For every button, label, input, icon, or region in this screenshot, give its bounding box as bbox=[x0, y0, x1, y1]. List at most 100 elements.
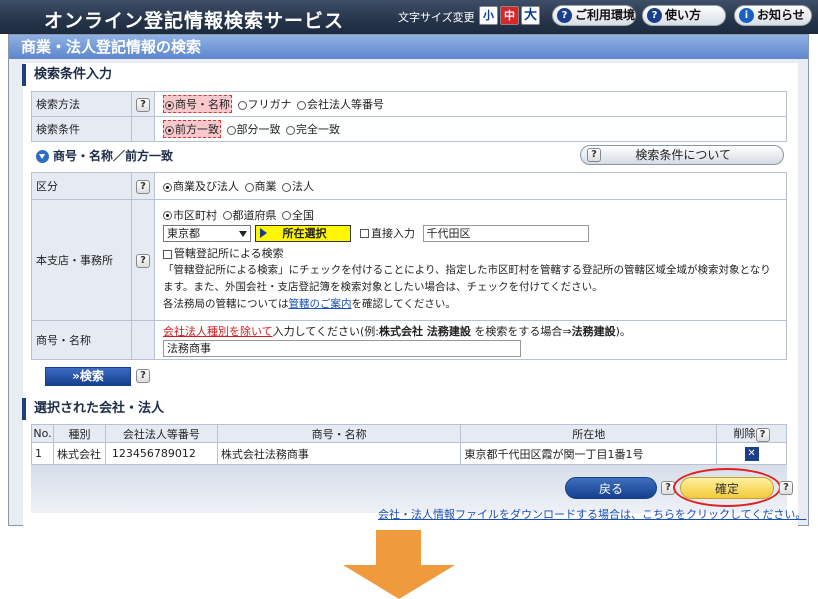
help-cell: ? bbox=[131, 199, 155, 321]
down-arrow-icon bbox=[343, 565, 455, 599]
method-option-label: フリガナ bbox=[247, 98, 292, 111]
column-header-delete: 削除? bbox=[716, 424, 787, 443]
category-label: 区分 bbox=[31, 172, 132, 200]
company-name-input[interactable]: 法務商事 bbox=[163, 339, 521, 357]
app-title: オンライン登記情報検索サービス bbox=[44, 10, 345, 32]
method-label: 検索方法 bbox=[31, 91, 132, 117]
panel-title: 商業・法人登記情報の検索 bbox=[9, 35, 808, 59]
font-size-large-button[interactable]: 大 bbox=[521, 6, 540, 25]
column-header-label: 削除 bbox=[733, 427, 756, 440]
row-name: 株式会社法務商事 bbox=[216, 442, 462, 465]
name-hint: 会社法人種別を除いて入力してください(例:株式会社 法務建設 を検索をする場合⇒… bbox=[163, 324, 782, 340]
exclude-type-link[interactable]: 会社法人種別を除いて bbox=[163, 325, 273, 338]
category-options: 商業及び法人 商業 法人 bbox=[154, 172, 787, 200]
help-icon: ? bbox=[557, 8, 572, 23]
category-option-commercial[interactable]: 商業 bbox=[244, 178, 277, 194]
category-option-label: 商業 bbox=[254, 180, 277, 193]
row-number: 123456789012 bbox=[104, 442, 218, 465]
radio-icon bbox=[237, 100, 247, 110]
jurisdiction-row: 管轄登記所による検索 bbox=[163, 245, 782, 262]
sub-section-title-text: 商号・名称／前方一致 bbox=[53, 149, 174, 163]
highlight-ring bbox=[673, 468, 781, 507]
method-option-name[interactable]: 商号・名称 bbox=[163, 95, 232, 113]
font-size-small-button[interactable]: 小 bbox=[479, 6, 498, 25]
row-delete-cell: ✕ bbox=[716, 442, 787, 465]
font-size-medium-button[interactable]: 中 bbox=[500, 6, 519, 25]
radio-icon bbox=[286, 125, 295, 135]
about-conditions-label: 検索条件について bbox=[635, 148, 731, 162]
condition-option-exact[interactable]: 完全一致 bbox=[286, 121, 340, 137]
usage-button[interactable]: ? 使い方 bbox=[642, 5, 726, 26]
scope-option-label: 市区町村 bbox=[173, 208, 217, 222]
search-button[interactable]: »検索 bbox=[45, 367, 131, 386]
about-conditions-button[interactable]: ? 検索条件について bbox=[580, 145, 784, 165]
notice-button[interactable]: i お知らせ bbox=[734, 5, 812, 26]
locate-button-label: 所在選択 bbox=[282, 227, 327, 241]
direct-input-label: 直接入力 bbox=[371, 226, 415, 240]
condition-option-prefix[interactable]: 前方一致 bbox=[163, 120, 221, 138]
jurisdiction-guide-link[interactable]: 管轄のご案内 bbox=[288, 298, 351, 310]
column-header: 所在地 bbox=[460, 424, 718, 443]
method-option-label: 会社法人等番号 bbox=[307, 98, 384, 111]
prefecture-select[interactable]: 東京都 bbox=[163, 225, 251, 243]
table-row: 1 株式会社 123456789012 株式会社法務商事 東京都千代田区霞が関一… bbox=[31, 442, 787, 465]
help-icon[interactable]: ? bbox=[136, 253, 150, 268]
locate-button[interactable]: 所在選択 bbox=[254, 225, 351, 243]
help-icon[interactable]: ? bbox=[136, 369, 150, 383]
condition-option-partial[interactable]: 部分一致 bbox=[226, 121, 281, 137]
column-header: 会社法人等番号 bbox=[104, 424, 218, 443]
scope-row: 市区町村 都道府県 全国 bbox=[163, 207, 782, 224]
column-header: 商号・名称 bbox=[216, 424, 462, 443]
play-icon bbox=[259, 228, 267, 239]
usage-button-label: 使い方 bbox=[665, 8, 702, 22]
method-option-number[interactable]: 会社法人等番号 bbox=[297, 96, 384, 112]
radio-icon bbox=[163, 182, 172, 192]
scope-option-national[interactable]: 全国 bbox=[282, 207, 314, 224]
method-table: 検索方法 ? 商号・名称 フリガナ 会社法人等番号 検索条件 前方一致 部分一致… bbox=[31, 91, 787, 142]
hint-text: を検索をする場合⇒ bbox=[474, 324, 572, 338]
scope-option-city[interactable]: 市区町村 bbox=[163, 207, 217, 224]
download-link[interactable]: 会社・法人情報ファイルをダウンロードする場合は、こちらをクリックしてください。 bbox=[378, 506, 806, 522]
chevron-down-icon bbox=[239, 231, 247, 238]
help-icon[interactable]: ? bbox=[755, 428, 770, 442]
hint-text: )。 bbox=[615, 324, 631, 338]
conditions-heading: 検索条件入力 bbox=[22, 64, 112, 86]
selected-heading: 選択された会社・法人 bbox=[22, 398, 164, 420]
condition-options: 前方一致 部分一致 完全一致 bbox=[154, 116, 787, 142]
category-option-corporation[interactable]: 法人 bbox=[282, 178, 314, 194]
back-button[interactable]: 戻る bbox=[565, 477, 657, 499]
direct-input-checkbox[interactable] bbox=[360, 229, 369, 239]
note-text: を確認してください。 bbox=[351, 298, 456, 311]
delete-icon[interactable]: ✕ bbox=[744, 447, 759, 461]
search-form-table: 区分 ? 商業及び法人 商業 法人 本支店・事務所 ? 市区町村 都道府県 全国… bbox=[31, 172, 787, 360]
help-icon[interactable]: ? bbox=[779, 481, 793, 495]
condition-option-label: 完全一致 bbox=[296, 123, 340, 136]
scope-option-label: 都道府県 bbox=[232, 208, 277, 222]
help-icon[interactable]: ? bbox=[136, 97, 150, 112]
name-field-cell: 会社法人種別を除いて入力してください(例:株式会社 法務建設 を検索をする場合⇒… bbox=[154, 320, 787, 360]
category-option-label: 商業及び法人 bbox=[173, 180, 239, 193]
jurisdiction-checkbox[interactable] bbox=[163, 249, 172, 259]
scope-option-prefecture[interactable]: 都道府県 bbox=[222, 207, 277, 224]
selected-table: No. 種別 会社法人等番号 商号・名称 所在地 削除? 1 株式会社 1234… bbox=[31, 424, 787, 465]
condition-option-label: 部分一致 bbox=[236, 123, 281, 136]
radio-icon bbox=[282, 182, 291, 192]
environment-button[interactable]: ? ご利用環境 bbox=[552, 5, 636, 26]
note-line-3: 各法務局の管轄については管轄のご案内を確認してください。 bbox=[163, 296, 782, 313]
city-input[interactable]: 千代田区 bbox=[422, 225, 589, 243]
scope-option-label: 全国 bbox=[292, 208, 314, 222]
radio-icon bbox=[165, 125, 174, 135]
condition-option-label: 前方一致 bbox=[175, 123, 219, 136]
method-option-furigana[interactable]: フリガナ bbox=[237, 96, 292, 112]
condition-label: 検索条件 bbox=[31, 116, 132, 142]
hint-example: 法務建設 bbox=[571, 324, 616, 338]
category-option-both[interactable]: 商業及び法人 bbox=[163, 178, 239, 194]
column-header: No. bbox=[31, 424, 54, 443]
office-label: 本支店・事務所 bbox=[31, 199, 132, 321]
help-icon[interactable]: ? bbox=[136, 179, 150, 194]
radio-icon bbox=[244, 182, 254, 192]
location-row: 東京都 所在選択 直接入力 千代田区 bbox=[163, 225, 782, 243]
notice-button-label: お知らせ bbox=[757, 8, 805, 22]
down-arrow-shaft bbox=[376, 530, 421, 565]
info-icon: i bbox=[739, 8, 754, 23]
